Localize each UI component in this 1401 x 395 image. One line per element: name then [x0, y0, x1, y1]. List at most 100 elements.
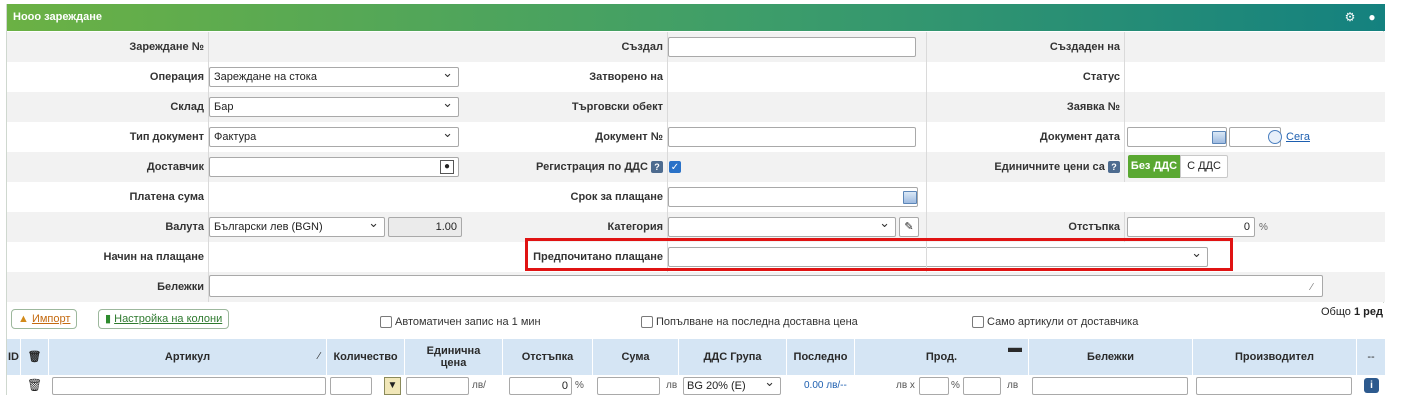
unit-price-field[interactable]	[406, 377, 469, 395]
prod-unit: лв	[1007, 380, 1019, 391]
sklad-label: Склад	[170, 101, 204, 113]
col-article-label: Артикул	[164, 351, 211, 363]
help-icon[interactable]: ?	[1108, 161, 1120, 174]
sazdaden-na-label: Създаден на	[1049, 41, 1120, 53]
zarezhdane-no-label: Зареждане №	[129, 41, 204, 53]
without-vat-toggle[interactable]: Без ДДС	[1128, 155, 1180, 178]
platena-suma-label: Платена сума	[129, 191, 204, 203]
otstapka-field[interactable]: 0	[1127, 217, 1255, 237]
dostavchik-field[interactable]	[209, 157, 459, 177]
supplier-only-checkbox[interactable]	[972, 316, 984, 328]
belejki-textarea[interactable]	[209, 275, 1323, 297]
sazdal-label: Създал	[621, 41, 663, 53]
col-discount[interactable]: Отстъпка	[503, 339, 593, 375]
prod-price-field[interactable]	[963, 377, 1001, 395]
delete-all-icon[interactable]: 🗑	[21, 339, 49, 375]
unit-price-suffix: лв/	[472, 380, 486, 391]
article-field[interactable]	[52, 377, 326, 395]
valuta-select[interactable]: Български лев (BGN)	[209, 217, 385, 237]
doc-type-select[interactable]: Фактура	[209, 127, 459, 147]
total-label: Общо	[1321, 306, 1351, 318]
kategoria-select[interactable]	[668, 217, 896, 237]
manufacturer-field[interactable]	[1196, 377, 1352, 395]
zayavka-no-label: Заявка №	[1066, 101, 1120, 113]
sum-field[interactable]	[597, 377, 660, 395]
panel-titlebar: Нооо зареждане ⚙ ●	[7, 4, 1385, 31]
operation-select[interactable]: Зареждане на стока	[209, 67, 459, 87]
registracia-dds-checkbox[interactable]: ✓	[669, 161, 681, 173]
import-button[interactable]: ▲ Импорт	[11, 309, 78, 329]
col-notes[interactable]: Бележки	[1029, 339, 1193, 375]
col-sum[interactable]: Сума	[593, 339, 679, 375]
total-count: 1 ред	[1353, 306, 1383, 318]
auto-save-checkbox[interactable]	[380, 316, 392, 328]
columns-label: Настройка на колони	[114, 313, 223, 325]
quantity-field[interactable]	[330, 377, 372, 395]
form-row-1: Зареждане № Създал Създаден на	[7, 32, 1385, 62]
import-icon: ▲	[18, 313, 29, 325]
calendar-icon[interactable]	[903, 191, 917, 204]
sum-unit: лв	[666, 380, 678, 391]
calendar-icon[interactable]	[1212, 131, 1226, 144]
edinichni-ceni-label: Единичните цени са ?	[927, 152, 1120, 182]
gear-icon[interactable]: ⚙	[1343, 10, 1357, 24]
col-manufacturer[interactable]: Производител	[1193, 339, 1357, 375]
help-icon[interactable]: ?	[651, 161, 663, 174]
now-link[interactable]: Сега	[1286, 131, 1310, 143]
exchange-rate-field: 1.00	[388, 217, 462, 237]
info-icon[interactable]: i	[1364, 378, 1379, 393]
vat-group-select[interactable]: BG 20% (E)	[683, 374, 781, 395]
sklad-select[interactable]: Бар	[209, 97, 459, 117]
col-last[interactable]: Последно	[787, 339, 855, 375]
dokument-data-label: Документ дата	[1039, 131, 1120, 143]
prod-pct-field[interactable]	[919, 377, 949, 395]
srok-plashtane-field[interactable]	[668, 187, 918, 207]
registracia-dds-text: Регистрация по ДДС	[536, 161, 648, 173]
col-article[interactable]: Артикул ∕	[49, 339, 327, 375]
new-loading-panel: Нооо зареждане ⚙ ● Зареждане № Създал Съ…	[6, 4, 1385, 395]
with-vat-toggle[interactable]: С ДДС	[1180, 155, 1228, 178]
chevron-down-icon[interactable]: ▼	[384, 377, 401, 395]
user-icon[interactable]: ●	[440, 160, 454, 174]
discount-unit: %	[575, 380, 584, 391]
form-row-5: Доставчик ● Регистрация по ДДС ? ✓ Едини…	[7, 152, 1385, 182]
form-row-9: Бележки ∕	[7, 272, 1385, 302]
col-more[interactable]: --	[1357, 339, 1385, 375]
col-quantity[interactable]: Количество	[327, 339, 405, 375]
table-header: ID 🗑 Артикул ∕ Количество Единична цена О…	[7, 339, 1385, 375]
nachin-plashtane-label: Начин на плащане	[103, 251, 205, 263]
total-rows: Общо 1 ред	[1321, 306, 1383, 318]
edit-pencil-icon[interactable]: ✎	[899, 217, 919, 237]
col-vat-group[interactable]: ДДС Група	[679, 339, 787, 375]
otstapka-unit: %	[1259, 222, 1268, 233]
notes-field[interactable]	[1032, 377, 1188, 395]
status-label: Статус	[1082, 71, 1120, 83]
delete-row-icon[interactable]: 🗑	[27, 378, 42, 392]
resize-handle-icon[interactable]: ∕	[1311, 282, 1313, 293]
doc-type-label: Тип документ	[129, 131, 204, 143]
columns-settings-button[interactable]: ▮ Настройка на колони	[98, 309, 230, 329]
columns-icon: ▮	[105, 313, 112, 325]
form-row-4: Тип документ Фактура Документ № Документ…	[7, 122, 1385, 152]
zatvoreno-na-label: Затворено на	[589, 71, 663, 83]
highlight-box	[525, 238, 1233, 271]
supplier-only-label: Само артикули от доставчика	[987, 316, 1139, 328]
col-unit-price[interactable]: Единична цена	[405, 339, 503, 375]
col-prod[interactable]: Прод. ▬	[855, 339, 1029, 375]
table-row: 🗑 ▼ лв/ 0 % лв BG 20% (E) 0.00 лв/-- лв …	[7, 374, 1385, 395]
discount-field[interactable]: 0	[509, 377, 572, 395]
edinichni-ceni-text: Единичните цени са	[994, 161, 1105, 173]
minimize-icon[interactable]: ▬	[1008, 340, 1022, 354]
valuta-label: Валута	[165, 221, 204, 233]
sazdal-field[interactable]	[668, 37, 916, 57]
collapse-icon[interactable]: ●	[1365, 10, 1379, 24]
dokument-no-field[interactable]	[668, 127, 916, 147]
col-id[interactable]: ID	[7, 339, 21, 375]
panel-title: Нооо зареждане	[13, 11, 102, 23]
last-price-checkbox[interactable]	[641, 316, 653, 328]
srok-plashtane-label: Срок за плащане	[570, 191, 664, 203]
dokument-no-label: Документ №	[595, 131, 663, 143]
last-price-label: Попълване на последна доставна цена	[656, 316, 858, 328]
targovski-obekt-label: Търговски обект	[571, 101, 663, 113]
clock-icon[interactable]	[1268, 130, 1282, 144]
